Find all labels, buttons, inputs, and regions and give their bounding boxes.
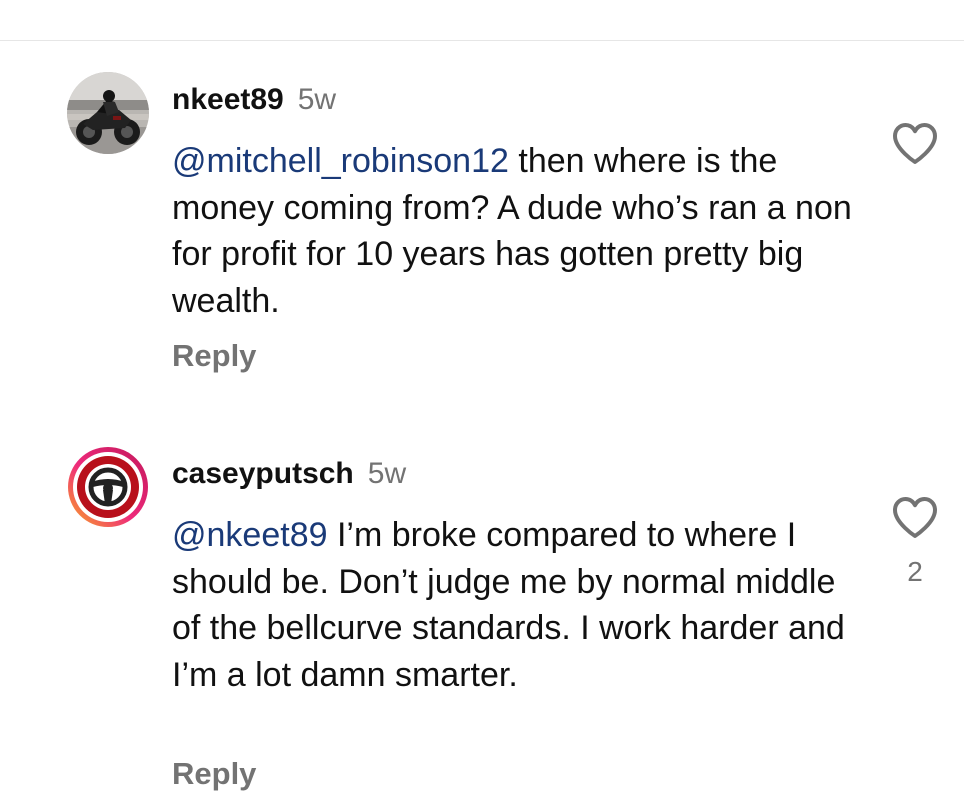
avatar[interactable] — [67, 72, 149, 154]
avatar[interactable] — [67, 446, 149, 528]
like-button[interactable] — [891, 122, 939, 166]
comment-text: @nkeet89 I’m broke compared to where I s… — [172, 512, 852, 698]
like-button[interactable] — [891, 496, 939, 540]
heart-outline-icon — [893, 123, 937, 164]
username[interactable]: nkeet89 — [172, 83, 284, 116]
top-divider — [0, 40, 964, 41]
steering-wheel-icon — [68, 447, 148, 527]
comment-header: caseyputsch 5w — [172, 454, 406, 499]
timestamp: 5w — [297, 83, 337, 116]
comment-text: @mitchell_robinson12 then where is the m… — [172, 138, 852, 324]
username[interactable]: caseyputsch — [172, 457, 354, 490]
mention-link[interactable]: @nkeet89 — [172, 516, 328, 554]
timestamp: 5w — [367, 457, 407, 490]
reply-button[interactable]: Reply — [172, 338, 256, 374]
comment-header: nkeet89 5w — [172, 80, 336, 125]
heart-outline-icon — [893, 497, 937, 538]
reply-button[interactable]: Reply — [172, 756, 256, 792]
motorcycle-rider-photo — [67, 72, 149, 154]
like-count: 2 — [907, 556, 923, 587]
mention-link[interactable]: @mitchell_robinson12 — [172, 142, 509, 180]
